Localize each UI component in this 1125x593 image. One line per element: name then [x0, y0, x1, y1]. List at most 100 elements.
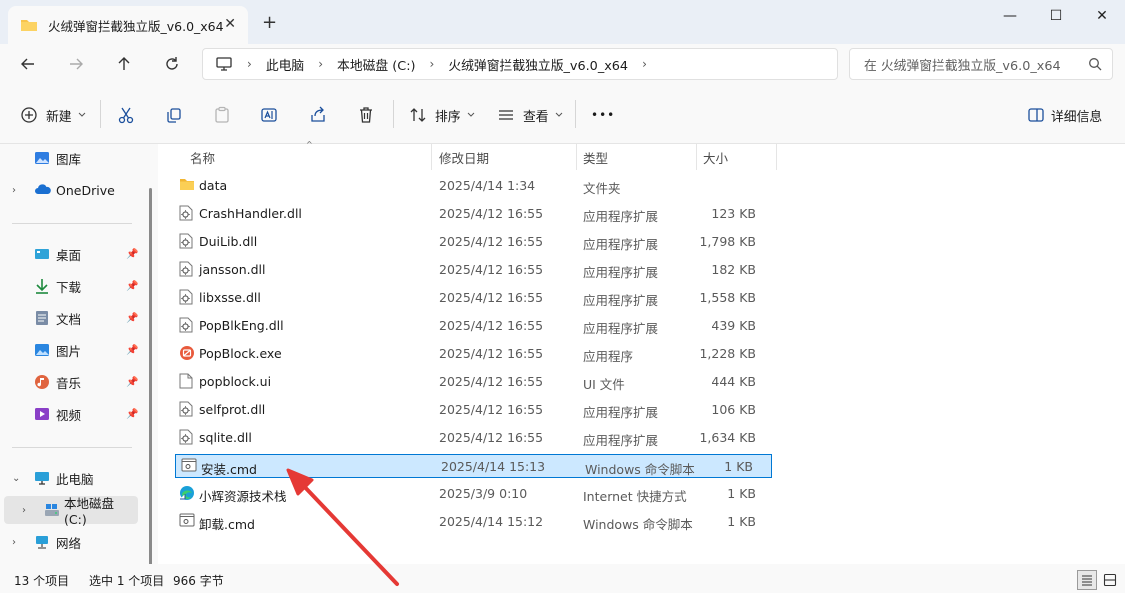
dll-file-icon — [179, 429, 193, 448]
tab-current-folder[interactable]: 火绒弹窗拦截独立版_v6.0_x64 ✕ — [8, 6, 248, 44]
scissors-icon — [118, 107, 134, 124]
sidebar-item-label: 视频 — [56, 407, 82, 423]
tiles-view-button[interactable] — [1100, 570, 1120, 590]
cut-button[interactable] — [117, 104, 135, 126]
search-input[interactable]: 在 火绒弹窗拦截独立版_v6.0_x64 — [849, 48, 1113, 80]
sidebar-item-local-disk[interactable]: › 本地磁盘 (C:) — [4, 496, 138, 527]
dll-file-icon — [179, 289, 193, 308]
details-pane-label: 详细信息 — [1051, 109, 1103, 125]
blank-file-icon — [179, 373, 193, 392]
column-divider[interactable] — [776, 144, 777, 170]
column-divider[interactable] — [431, 144, 432, 170]
table-row[interactable]: sqlite.dll 2025/4/12 16:55 应用程序扩展 1,634 KB — [174, 426, 774, 450]
table-row[interactable]: DuiLib.dll 2025/4/12 16:55 应用程序扩展 1,798 KB — [174, 230, 774, 254]
table-row[interactable]: PopBlkEng.dll 2025/4/12 16:55 应用程序扩展 439 KB — [174, 314, 774, 338]
file-name: 卸载.cmd — [199, 517, 255, 532]
sidebar-item-gallery[interactable]: 图库 — [0, 144, 150, 172]
column-divider[interactable] — [696, 144, 697, 170]
copy-button[interactable] — [165, 104, 183, 126]
table-row[interactable]: 小辉资源技术栈 2025/3/9 0:10 Internet 快捷方式 1 KB — [174, 482, 774, 506]
column-header-type[interactable]: 类型 — [583, 144, 608, 170]
table-row[interactable]: selfprot.dll 2025/4/12 16:55 应用程序扩展 106 KB — [174, 398, 774, 422]
table-row-selected[interactable]: 安装.cmd 2025/4/14 15:13 Windows 命令脚本 1 KB — [175, 454, 772, 478]
title-bar: 火绒弹窗拦截独立版_v6.0_x64 ✕ + — ☐ ✕ — [0, 0, 1125, 44]
sidebar-item-desktop[interactable]: 桌面 📌 — [0, 240, 150, 268]
breadcrumb-local-disk[interactable]: 本地磁盘 (C:) — [337, 55, 416, 74]
up-arrow-icon[interactable] — [112, 52, 136, 76]
chevron-right-icon[interactable]: › — [430, 57, 435, 71]
new-button[interactable]: 新建 — [20, 104, 86, 126]
view-button[interactable]: 查看 — [497, 104, 563, 126]
breadcrumb-current-folder[interactable]: 火绒弹窗拦截独立版_v6.0_x64 — [448, 55, 628, 74]
chevron-right-icon[interactable]: › — [12, 537, 16, 548]
sidebar-scrollbar[interactable] — [144, 144, 158, 568]
view-list-icon — [499, 110, 513, 120]
table-row[interactable]: CrashHandler.dll 2025/4/12 16:55 应用程序扩展 123… — [174, 202, 774, 226]
folder-icon — [21, 20, 37, 31]
pin-icon[interactable]: 📌 — [126, 313, 138, 324]
table-row[interactable]: 卸载.cmd 2025/4/14 15:12 Windows 命令脚本 1 KB — [174, 510, 774, 534]
rename-icon — [261, 108, 277, 122]
pin-icon[interactable]: 📌 — [126, 409, 138, 420]
pin-icon[interactable]: 📌 — [126, 345, 138, 356]
rename-button[interactable] — [260, 104, 278, 126]
sidebar-item-downloads[interactable]: 下载 📌 — [0, 272, 150, 300]
paste-button[interactable] — [213, 104, 231, 126]
pin-icon[interactable]: 📌 — [126, 281, 138, 292]
chevron-right-icon[interactable]: › — [12, 185, 16, 196]
refresh-icon[interactable] — [160, 52, 184, 76]
details-view-button[interactable] — [1077, 570, 1097, 590]
chevron-down-icon[interactable]: ⌄ — [12, 473, 20, 484]
sidebar-item-label: 本地磁盘 (C:) — [64, 496, 115, 527]
sidebar-item-this-pc[interactable]: ⌄ 此电脑 — [0, 464, 150, 492]
new-button-label: 新建 — [46, 109, 72, 125]
pin-icon[interactable]: 📌 — [126, 249, 138, 260]
table-row[interactable]: jansson.dll 2025/4/12 16:55 应用程序扩展 182 KB — [174, 258, 774, 282]
details-pane-button[interactable]: 详细信息 — [1027, 104, 1102, 126]
dll-file-icon — [179, 233, 193, 252]
scrollbar-thumb[interactable] — [149, 188, 152, 568]
chevron-right-icon[interactable]: › — [247, 57, 252, 71]
view-button-label: 查看 — [523, 109, 549, 125]
sidebar-item-onedrive[interactable]: › OneDrive — [0, 176, 150, 204]
sidebar-item-videos[interactable]: 视频 📌 — [0, 400, 150, 428]
computer-icon — [35, 472, 49, 485]
minimize-button[interactable]: — — [987, 0, 1033, 32]
delete-button[interactable] — [357, 104, 375, 126]
sidebar-item-documents[interactable]: 文档 📌 — [0, 304, 150, 332]
close-window-button[interactable]: ✕ — [1079, 0, 1125, 32]
sidebar-item-pictures[interactable]: 图片 📌 — [0, 336, 150, 364]
more-options-button[interactable]: ••• — [591, 104, 615, 126]
sort-icon — [410, 108, 426, 122]
pin-icon[interactable]: 📌 — [126, 377, 138, 388]
column-divider[interactable] — [576, 144, 577, 170]
chevron-right-icon[interactable]: › — [22, 505, 26, 516]
tab-close-button[interactable]: ✕ — [224, 16, 236, 32]
back-arrow-icon[interactable] — [16, 52, 40, 76]
table-row[interactable]: libxsse.dll 2025/4/12 16:55 应用程序扩展 1,558 KB — [174, 286, 774, 310]
file-type: 文件夹 — [583, 181, 621, 196]
breadcrumb-this-pc[interactable]: 此电脑 — [266, 55, 304, 74]
sort-button[interactable]: 排序 — [409, 104, 475, 126]
sidebar-item-music[interactable]: 音乐 📌 — [0, 368, 150, 396]
table-row[interactable]: PopBlock.exe 2025/4/12 16:55 应用程序 1,228 KB — [174, 342, 774, 366]
trash-icon — [360, 107, 372, 123]
new-tab-button[interactable]: + — [262, 12, 277, 33]
search-placeholder: 在 火绒弹窗拦截独立版_v6.0_x64 — [864, 58, 1061, 74]
status-bar: 13 个项目 选中 1 个项目 966 字节 — [0, 564, 1125, 593]
maximize-button[interactable]: ☐ — [1033, 0, 1079, 32]
column-header-date[interactable]: 修改日期 — [439, 144, 489, 170]
column-header-name[interactable]: 名称 — [190, 144, 215, 170]
sidebar-item-network[interactable]: › 网络 — [0, 528, 150, 556]
file-date: 2025/4/12 16:55 — [439, 262, 544, 277]
file-size: 106 KB — [711, 402, 756, 417]
forward-arrow-icon[interactable] — [64, 52, 88, 76]
share-button[interactable] — [309, 104, 327, 126]
table-row[interactable]: popblock.ui 2025/4/12 16:55 UI 文件 444 KB — [174, 370, 774, 394]
address-bar[interactable]: › 此电脑 › 本地磁盘 (C:) › 火绒弹窗拦截独立版_v6.0_x64 › — [202, 48, 838, 80]
chevron-right-icon[interactable]: › — [318, 57, 323, 71]
chevron-right-icon[interactable]: › — [642, 57, 647, 71]
column-header-size[interactable]: 大小 — [703, 144, 728, 170]
table-row[interactable]: data 2025/4/14 1:34 文件夹 — [174, 174, 774, 198]
download-icon — [36, 279, 48, 294]
